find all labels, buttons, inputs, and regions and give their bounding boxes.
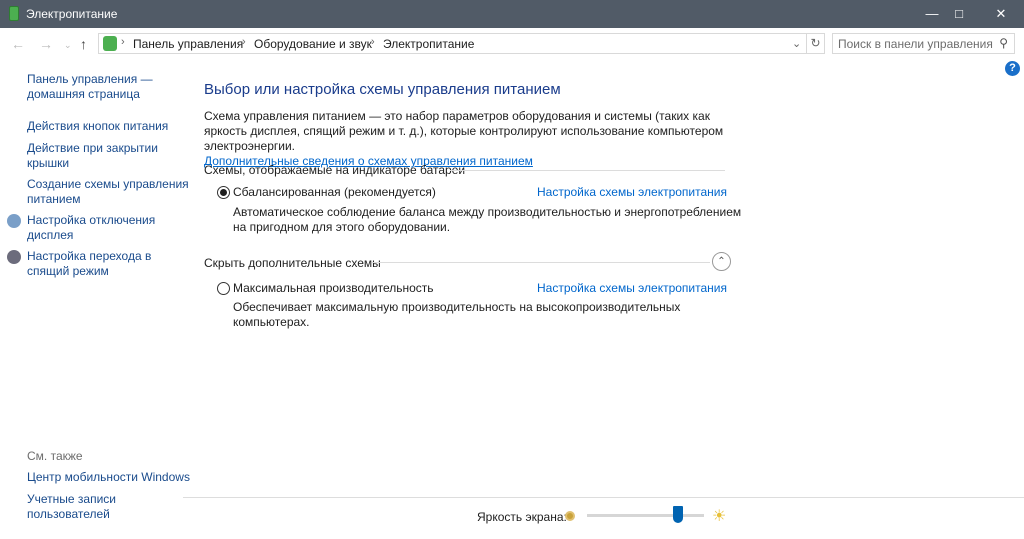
up-button[interactable]: ↑: [80, 36, 87, 52]
group-battery-plans: Схемы, отображаемые на индикаторе батаре…: [204, 163, 466, 177]
sidebar-item-create-plan[interactable]: Создание схемы управления питанием: [27, 177, 189, 207]
page-description: Схема управления питанием — это набор па…: [204, 109, 724, 168]
close-button[interactable]: ✕: [978, 0, 1024, 28]
max-settings-link[interactable]: Настройка схемы электропитания: [537, 281, 727, 295]
sidebar-item-power-buttons[interactable]: Действия кнопок питания: [27, 119, 168, 134]
sidebar-item-mobility-center[interactable]: Центр мобильности Windows: [27, 470, 190, 485]
plan-balanced-label[interactable]: Сбалансированная (рекомендуется): [233, 185, 436, 199]
crumb-power[interactable]: Электропитание: [383, 37, 474, 51]
control-panel-icon: [103, 36, 117, 51]
max-performance-radio[interactable]: [217, 282, 230, 295]
plan-max-desc: Обеспечивает максимальную производительн…: [233, 300, 681, 329]
sidebar-item-sleep[interactable]: Настройка перехода в спящий режим: [27, 249, 151, 279]
search-input[interactable]: Поиск в панели управления ⚲: [832, 33, 1015, 54]
crumb-hardware-sound[interactable]: Оборудование и звук: [254, 37, 372, 51]
brightness-slider-thumb[interactable]: [673, 506, 684, 523]
recent-dropdown[interactable]: ⌄: [64, 40, 72, 51]
hide-additional-plans[interactable]: Скрыть дополнительные схемы: [204, 256, 381, 270]
page-title: Выбор или настройка схемы управления пит…: [204, 81, 561, 98]
sidebar-item-display-off[interactable]: Настройка отключения дисплея: [27, 213, 155, 243]
sidebar-item-lid-close[interactable]: Действие при закрытии крышки: [27, 141, 158, 171]
display-icon: [7, 214, 21, 228]
maximize-button[interactable]: □: [936, 0, 982, 28]
breadcrumb[interactable]: › Панель управления › Оборудование и зву…: [98, 33, 807, 54]
sleep-icon: [7, 250, 21, 264]
sidebar-item-user-accounts[interactable]: Учетные записи пользователей: [27, 492, 116, 522]
plan-balanced-desc: Автоматическое соблюдение баланса между …: [233, 205, 742, 234]
brightness-slider[interactable]: [587, 514, 704, 517]
help-icon[interactable]: ?: [1005, 61, 1020, 76]
search-icon: ⚲: [999, 36, 1008, 50]
title-bar: Электропитание — □ ✕: [0, 0, 1024, 28]
back-button[interactable]: ←: [11, 36, 25, 52]
bright-icon: ☀: [712, 508, 727, 525]
balanced-settings-link[interactable]: Настройка схемы электропитания: [537, 185, 727, 199]
battery-icon: [9, 6, 19, 21]
brightness-label: Яркость экрана:: [477, 510, 567, 524]
chevron-down-icon[interactable]: ⌄: [792, 37, 801, 50]
sidebar-item-home[interactable]: Панель управления — домашняя страница: [27, 72, 153, 102]
window-title: Электропитание: [26, 7, 118, 21]
crumb-control-panel[interactable]: Панель управления: [133, 37, 243, 51]
dim-icon: [565, 511, 575, 521]
plan-max-label[interactable]: Максимальная производительность: [233, 281, 434, 295]
forward-button[interactable]: →: [39, 36, 53, 52]
see-also-label: См. также: [27, 449, 83, 463]
balanced-radio[interactable]: [217, 186, 230, 199]
refresh-button[interactable]: ↻: [807, 33, 825, 54]
chevron-up-icon[interactable]: ⌃: [712, 252, 731, 271]
